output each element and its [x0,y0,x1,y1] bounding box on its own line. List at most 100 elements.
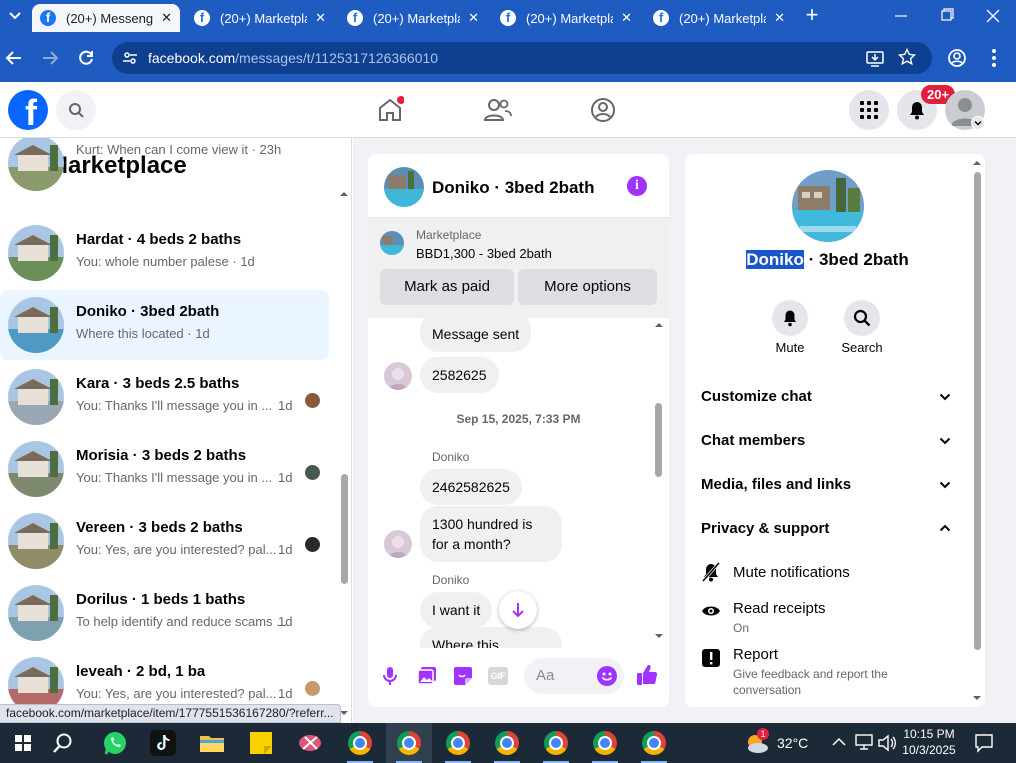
chrome-profile-icon[interactable] [484,723,530,763]
chrome-profile-icon[interactable] [435,723,481,763]
weather-icon[interactable]: 1 [745,728,769,755]
tab-search-icon[interactable] [4,4,26,28]
microphone-icon[interactable] [382,666,398,686]
conversation-preview: To help identify and reduce scams ... [76,614,287,629]
close-tab-icon[interactable]: ✕ [315,10,326,26]
address-bar[interactable]: facebook.com/messages/t/1125317126366010 [112,42,932,74]
chrome-profile-icon[interactable] [582,723,628,763]
scroll-down-arrow[interactable] [973,694,981,702]
chrome-profile-icon[interactable] [631,723,677,763]
section-customize-chat[interactable]: Customize chat [701,388,957,405]
mark-as-paid-button[interactable]: Mark as paid [380,269,514,305]
gif-button[interactable]: GIF [488,667,508,685]
scrollbar-thumb[interactable] [341,474,348,584]
mute-notifications-item[interactable]: Mute notifications [685,556,970,586]
conversation-item[interactable]: Hardat · 4 beds 2 baths You: whole number… [0,218,329,288]
new-tab-button[interactable]: + [800,4,824,28]
forward-arrow-icon[interactable] [40,48,60,68]
tab-marketplace-1[interactable]: f (20+) Marketplace ✕ [186,4,334,32]
sticky-notes-icon[interactable] [238,723,284,763]
bookmark-star-icon[interactable] [898,48,916,66]
search-in-conversation-button[interactable] [844,300,880,336]
install-app-icon[interactable] [866,49,884,67]
browser-menu-icon[interactable] [984,48,1004,68]
tiktok-icon[interactable] [140,723,186,763]
whatsapp-icon[interactable] [92,723,138,763]
profile-photo[interactable] [792,170,864,242]
conversation-item[interactable]: Morisia · 3 beds 2 baths You: Thanks I'll… [0,434,329,504]
like-thumb-icon[interactable] [636,664,658,686]
listing-thumbnail[interactable] [380,231,404,255]
facebook-header: f 20+ [0,82,1016,138]
network-icon[interactable] [855,734,873,750]
minimize-button[interactable] [886,6,916,26]
tab-marketplace-4[interactable]: f (20+) Marketplace ✕ [645,4,793,32]
conversation-item[interactable]: Kara · 3 beds 2.5 baths You: Thanks I'll … [0,362,329,432]
scroll-down-arrow[interactable] [340,709,348,717]
sticker-icon[interactable] [453,666,473,686]
more-options-button[interactable]: More options [518,269,657,305]
facebook-logo-icon[interactable]: f [8,90,48,130]
close-window-button[interactable] [978,6,1008,26]
volume-icon[interactable] [877,734,897,752]
scroll-up-arrow[interactable] [340,190,348,198]
scrollbar-thumb[interactable] [655,403,662,477]
search-button[interactable] [56,90,96,130]
conversation-item[interactable]: Kurt: When can I come view it · 23h [0,138,329,198]
conversation-preview: You: Thanks I'll message you in ... [76,470,272,485]
temperature[interactable]: 32°C [777,735,808,751]
clock[interactable]: 10:15 PM 10/3/2025 [900,726,958,758]
restore-button[interactable] [932,6,962,26]
report-item[interactable]: Report Give feedback and report the conv… [685,642,970,702]
menu-grid-button[interactable] [849,90,889,130]
close-tab-icon[interactable]: ✕ [621,10,632,26]
mute-button[interactable] [772,300,808,336]
site-info-icon[interactable] [122,50,138,66]
chrome-icon[interactable] [337,723,383,763]
section-media-files-links[interactable]: Media, files and links [701,476,957,493]
friends-icon[interactable] [482,96,512,124]
taskbar-search-icon[interactable] [40,723,86,763]
close-tab-icon[interactable]: ✕ [161,10,172,26]
sender-avatar[interactable] [384,362,412,390]
tab-messenger[interactable]: f (20+) Messenger ✕ [32,4,180,32]
conversation-item[interactable]: Dorilus · 1 beds 1 baths To help identify… [0,578,329,648]
tab-marketplace-2[interactable]: f (20+) Marketplace ✕ [339,4,487,32]
back-arrow-icon[interactable] [4,48,24,68]
chat-title[interactable]: Doniko · 3bed 2bath [432,178,594,198]
chevron-up-icon[interactable] [832,737,846,747]
conversation-item[interactable]: Vereen · 3 beds 2 baths You: Yes, are you… [0,506,329,576]
scrollbar-thumb[interactable] [974,172,981,650]
read-receipts-item[interactable]: Read receipts On [685,596,970,636]
listing-title[interactable]: BBD1,300 - 3bed 2bath [416,246,552,261]
reload-icon[interactable] [76,48,96,68]
profile-icon[interactable] [947,48,967,68]
info-icon[interactable]: i [627,176,647,196]
close-tab-icon[interactable]: ✕ [468,10,479,26]
section-chat-members[interactable]: Chat members [701,432,957,449]
chevron-down-icon[interactable] [971,116,985,130]
file-explorer-icon[interactable] [189,723,235,763]
section-privacy-support[interactable]: Privacy & support [701,520,957,537]
chat-avatar[interactable] [384,167,424,207]
conversation-item[interactable]: Doniko · 3bed 2bath Where this located · … [0,290,329,360]
snipping-tool-icon[interactable] [287,723,333,763]
message-input[interactable]: Aa [524,658,624,694]
emoji-icon[interactable] [597,666,617,686]
notification-center-icon[interactable] [974,733,994,753]
close-tab-icon[interactable]: ✕ [774,10,785,26]
photo-icon[interactable] [417,666,437,686]
home-icon[interactable] [376,96,404,124]
tab-marketplace-3[interactable]: f (20+) Marketplace ✕ [492,4,640,32]
scroll-down-arrow[interactable] [655,632,663,640]
message-input-placeholder: Aa [536,667,555,684]
chrome-profile-icon[interactable] [533,723,579,763]
conversation-name: Vereen · 3 beds 2 baths [76,519,243,536]
scroll-up-arrow[interactable] [973,159,981,167]
chrome-profile-icon[interactable] [386,723,432,763]
windows-taskbar: 1 32°C 10:15 PM 10/3/2025 [0,723,1016,763]
groups-icon[interactable] [589,96,617,124]
sender-avatar[interactable] [384,530,412,558]
scroll-up-arrow[interactable] [655,321,663,329]
scroll-to-bottom-button[interactable] [499,591,537,629]
